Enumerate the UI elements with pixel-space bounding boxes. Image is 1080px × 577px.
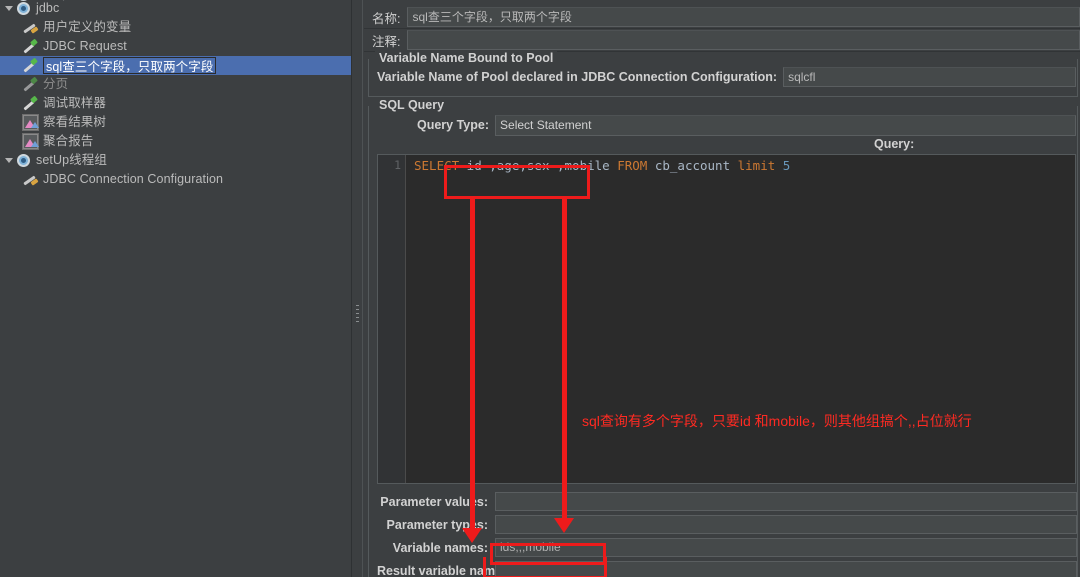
wrench-icon (22, 171, 39, 188)
tree-item-debug-sampler[interactable]: 调试取样器 (0, 94, 351, 113)
chart-icon (22, 133, 39, 150)
tree-item-jdbc-connection-configuration[interactable]: JDBC Connection Configuration (0, 170, 351, 189)
name-label: 名称: (372, 11, 401, 26)
wrench-icon (22, 19, 39, 36)
tree-item-label: jdbc (36, 1, 60, 15)
comment-label: 注释: (372, 34, 401, 49)
pipette-icon (22, 57, 39, 74)
pool-field-row: Variable Name of Pool declared in JDBC C… (369, 65, 1077, 89)
tree-item-label: 用户定义的变量 (43, 20, 132, 34)
splitter-grip[interactable] (356, 305, 360, 327)
parameter-values-input[interactable] (495, 492, 1077, 511)
pipette-icon (22, 38, 39, 55)
jdbc-request-form: 名称: sql查三个字段，只取两个字段 注释: Variable Name Bo… (364, 0, 1080, 577)
pool-field-input[interactable]: sqlcfl (783, 67, 1076, 87)
variable-names-label: Variable names: (392, 540, 488, 555)
name-row: 名称: sql查三个字段，只取两个字段 (364, 6, 1080, 29)
chart-icon (22, 114, 39, 131)
sql-token-space (775, 158, 783, 173)
sql-token-limit: limit (737, 158, 776, 173)
sql-query-editor[interactable]: 1 SELECT id ,age,sex ,mobile FROM cb_acc… (377, 154, 1076, 484)
tree-item-jdbc-request[interactable]: JDBC Request (0, 37, 351, 56)
variable-names-row: Variable names: ids,,,mobile (369, 537, 1077, 558)
panel-splitter[interactable] (351, 0, 363, 577)
sql-code-line[interactable]: SELECT id ,age,sex ,mobile FROM cb_accou… (406, 155, 1075, 483)
editor-line-gutter: 1 (378, 155, 406, 483)
parameter-types-input[interactable] (495, 515, 1077, 534)
tree-item-aggregate-report[interactable]: 聚合报告 (0, 132, 351, 151)
query-type-label: Query Type: (417, 118, 490, 132)
annotation-note-text: sql查询有多个字段，只要id 和mobile，则其他组搞个,,占位就行 (582, 413, 972, 429)
tree-item-label: 聚合报告 (43, 134, 94, 148)
tree-item-label: 调试取样器 (43, 96, 107, 110)
pipette-icon (22, 95, 39, 112)
pool-field-label: Variable Name of Pool declared in JDBC C… (377, 70, 778, 84)
gear-icon (15, 0, 32, 17)
chevron-down-icon[interactable] (2, 0, 15, 18)
tree-item-rename-input[interactable]: sql查三个字段，只取两个字段 (43, 57, 217, 74)
tree-item-setup-thread-group[interactable]: setUp线程组 (0, 151, 351, 170)
name-input[interactable]: sql查三个字段，只取两个字段 (407, 7, 1080, 27)
sql-token-columns: id ,age,sex ,mobile (459, 158, 618, 173)
gear-icon (15, 152, 32, 169)
line-number: 1 (394, 158, 401, 172)
result-variable-name-input[interactable] (495, 561, 1077, 577)
tree-item-user-defined-variables[interactable]: 用户定义的变量 (0, 18, 351, 37)
parameter-values-label: Parameter values: (380, 494, 488, 509)
query-type-select[interactable]: Select Statement (495, 114, 1076, 136)
sql-query-group: SQL Query Query Type: Select Statement Q… (368, 98, 1078, 577)
tree-item-label: JDBC Request (43, 39, 127, 53)
tree-item-pagination[interactable]: 分页 (0, 75, 351, 94)
test-plan-tree[interactable]: setUp jdbc 用户定义的变量 JDBC Request sql查三个字段… (0, 0, 351, 577)
chevron-down-icon[interactable] (2, 151, 15, 170)
pool-group: Variable Name Bound to Pool Variable Nam… (368, 51, 1078, 97)
tree-item-label: 分页 (43, 77, 69, 91)
query-type-row: Query Type: Select Statement (369, 113, 1077, 137)
sql-query-group-title: SQL Query (375, 98, 449, 112)
comment-row: 注释: (364, 29, 1080, 52)
sql-token-limit-value: 5 (782, 158, 791, 173)
query-header: Query: (369, 137, 1077, 154)
tree-item-label: setUp线程组 (36, 153, 107, 167)
tree-item-selected-sql-query[interactable]: sql查三个字段，只取两个字段 (0, 56, 351, 75)
pool-group-title: Variable Name Bound to Pool (375, 51, 558, 65)
tree-item-label: JDBC Connection Configuration (43, 172, 224, 186)
query-label: Query: (874, 137, 915, 151)
jmeter-jdbc-request-window: setUp jdbc 用户定义的变量 JDBC Request sql查三个字段… (0, 0, 1080, 577)
variable-names-input[interactable]: ids,,,mobile (495, 538, 1077, 557)
result-variable-name-label: Result variable name: (377, 563, 507, 577)
parameter-types-row: Parameter types: (369, 514, 1077, 535)
tree-item-label: 察看结果树 (43, 115, 107, 129)
parameter-values-row: Parameter values: (369, 491, 1077, 512)
comment-input[interactable] (407, 30, 1080, 50)
sql-token-from: FROM (617, 158, 648, 173)
sql-token-select: SELECT (414, 158, 460, 173)
sql-token-table: cb_account (647, 158, 738, 173)
pipette-icon (22, 76, 39, 93)
tree-item-view-results-tree[interactable]: 察看结果树 (0, 113, 351, 132)
tree-item-jdbc[interactable]: jdbc (0, 0, 351, 18)
parameter-types-label: Parameter types: (386, 517, 488, 532)
result-variable-name-row: Result variable name: (369, 560, 1077, 577)
